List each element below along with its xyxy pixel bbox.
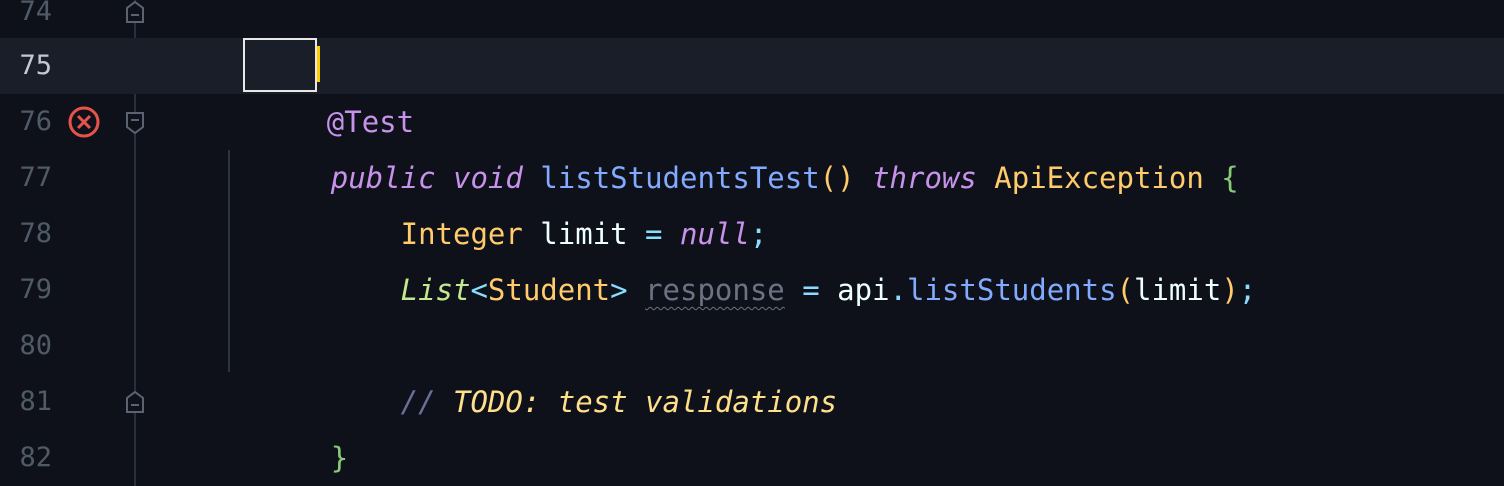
code-line-77[interactable]: 77 Integer limit = null; — [0, 150, 1504, 251]
text-caret — [317, 46, 320, 82]
code-line-79[interactable]: 79 — [0, 262, 1504, 318]
line-number: 82 — [19, 442, 52, 473]
line-number: 80 — [19, 330, 52, 361]
code-text: List<Student> response = api.listStudent… — [226, 206, 1257, 307]
line-number: 75 — [19, 50, 52, 81]
code-line-81[interactable]: 81 } — [0, 374, 1504, 475]
line-number: 76 — [19, 106, 52, 137]
code-line-74[interactable]: 74 */ — [0, 0, 1504, 85]
line-number: 74 — [19, 0, 52, 27]
code-text: // TODO: test validations — [226, 318, 838, 419]
code-line-75[interactable]: 75 @Test — [0, 38, 1504, 139]
code-text: Integer limit = null; — [226, 150, 768, 251]
line-number: 81 — [19, 386, 52, 417]
fold-start-icon[interactable] — [125, 112, 145, 134]
code-text: } — [226, 374, 348, 475]
code-line-78[interactable]: 78 List<Student> response = api.listStud… — [0, 206, 1504, 307]
line-number: 77 — [19, 162, 52, 193]
code-text: */ — [226, 0, 401, 85]
code-text: public void listStudentsTest() throws Ap… — [226, 94, 1239, 195]
fold-end-icon[interactable] — [125, 1, 145, 23]
line-number: 79 — [19, 274, 52, 305]
error-icon[interactable] — [67, 105, 101, 139]
indent-guide — [228, 150, 230, 372]
word-highlight-box — [243, 38, 317, 92]
fold-end-icon[interactable] — [125, 391, 145, 413]
code-editor[interactable]: 74 */ 75 @Test 76 public void listStuden… — [0, 0, 1504, 486]
code-line-76[interactable]: 76 public void listStudentsTest() throws… — [0, 94, 1504, 195]
code-line-80[interactable]: 80 // TODO: test validations — [0, 318, 1504, 419]
code-line-82[interactable]: 82 — [0, 430, 1504, 486]
line-number: 78 — [19, 218, 52, 249]
